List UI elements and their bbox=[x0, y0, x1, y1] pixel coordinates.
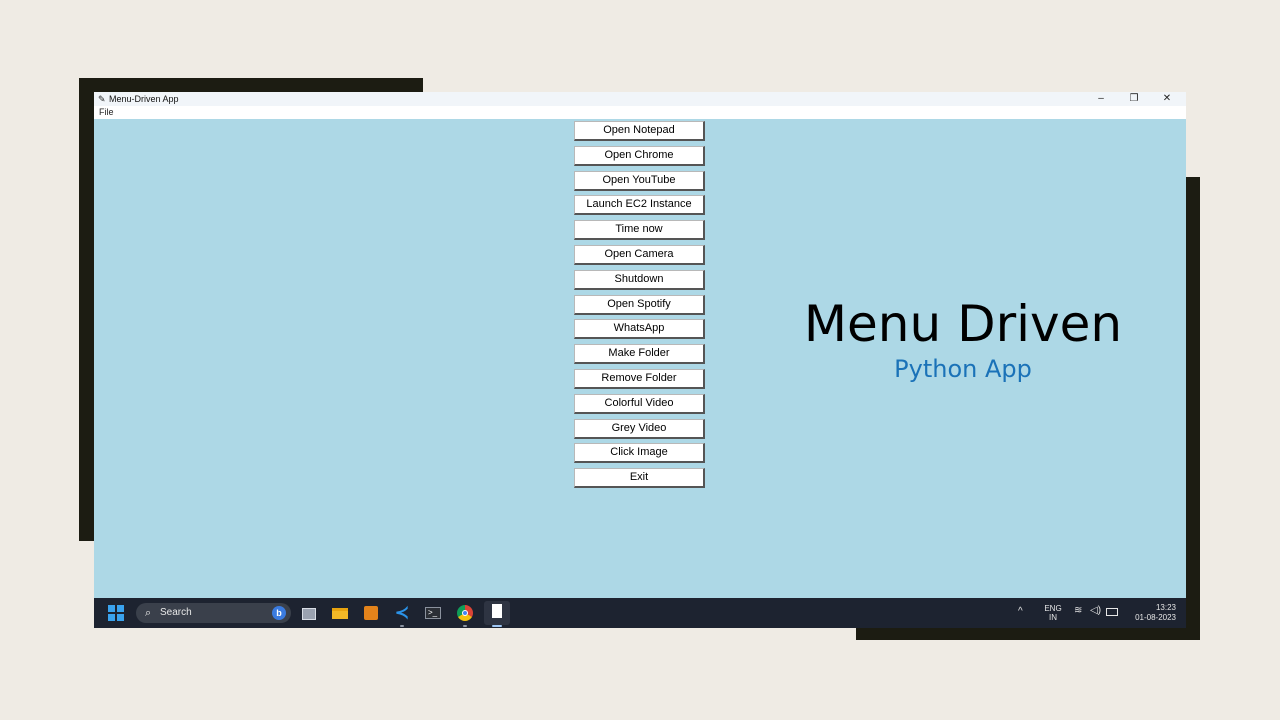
feather-icon: ✎ bbox=[98, 94, 106, 104]
clock-date: 01-08-2023 bbox=[1135, 613, 1176, 622]
chrome-icon[interactable] bbox=[455, 603, 475, 623]
click-image-button[interactable]: Click Image bbox=[574, 443, 705, 464]
make-folder-button[interactable]: Make Folder bbox=[574, 344, 705, 365]
clock[interactable]: 13:23 01-08-2023 bbox=[1124, 603, 1176, 623]
notepad-icon[interactable] bbox=[484, 601, 510, 625]
region-code: IN bbox=[1049, 613, 1057, 622]
shutdown-button[interactable]: Shutdown bbox=[574, 269, 705, 290]
tray-overflow-chevron-icon[interactable]: ^ bbox=[1018, 606, 1023, 618]
colorful-video-button[interactable]: Colorful Video bbox=[574, 393, 705, 414]
open-camera-button[interactable]: Open Camera bbox=[574, 244, 705, 265]
maximize-button[interactable]: ❐ bbox=[1119, 92, 1149, 106]
windows-start-icon[interactable] bbox=[108, 605, 124, 621]
menu-file[interactable]: File bbox=[99, 107, 114, 118]
battery-icon[interactable] bbox=[1106, 608, 1118, 616]
sublime-text-icon[interactable] bbox=[361, 603, 381, 623]
open-youtube-button[interactable]: Open YouTube bbox=[574, 170, 705, 191]
window-title: Menu-Driven App bbox=[109, 94, 179, 104]
close-button[interactable]: ✕ bbox=[1152, 92, 1182, 106]
window-titlebar: ✎ Menu-Driven App – ❐ ✕ bbox=[94, 92, 1186, 106]
search-placeholder: Search bbox=[160, 607, 192, 618]
menubar: File bbox=[94, 106, 1186, 119]
whatsapp-button[interactable]: WhatsApp bbox=[574, 319, 705, 340]
bing-icon[interactable]: b bbox=[272, 606, 286, 620]
volume-icon[interactable]: ◁) bbox=[1090, 605, 1101, 617]
terminal-icon[interactable]: >_ bbox=[423, 603, 443, 623]
task-view-icon[interactable] bbox=[299, 603, 319, 623]
vscode-running-indicator bbox=[400, 625, 404, 627]
open-spotify-button[interactable]: Open Spotify bbox=[574, 294, 705, 315]
launch-ec2-instance-button[interactable]: Launch EC2 Instance bbox=[574, 195, 705, 216]
taskbar-search-input[interactable]: ⌕ Search b bbox=[136, 603, 291, 623]
notepad-active-indicator bbox=[492, 625, 502, 627]
taskbar: ⌕ Search b ≺ >_ ^ ENG IN ≋ ◁) 13:23 01-0… bbox=[94, 598, 1186, 628]
chrome-running-indicator bbox=[463, 625, 467, 627]
hero-title: Menu Driven bbox=[803, 295, 1123, 353]
search-icon: ⌕ bbox=[145, 607, 152, 619]
hero-subtitle: Python App bbox=[894, 355, 1032, 383]
terminal-prompt-glyph: >_ bbox=[428, 608, 438, 617]
open-notepad-button[interactable]: Open Notepad bbox=[574, 121, 705, 141]
grey-video-button[interactable]: Grey Video bbox=[574, 418, 705, 439]
language-code: ENG bbox=[1044, 604, 1062, 613]
open-chrome-button[interactable]: Open Chrome bbox=[574, 145, 705, 166]
time-now-button[interactable]: Time now bbox=[574, 220, 705, 241]
language-indicator[interactable]: ENG IN bbox=[1040, 604, 1066, 622]
file-explorer-icon[interactable] bbox=[330, 603, 350, 623]
wifi-icon[interactable]: ≋ bbox=[1074, 605, 1082, 617]
vscode-icon[interactable]: ≺ bbox=[392, 603, 412, 623]
minimize-button[interactable]: – bbox=[1086, 92, 1116, 106]
button-stack: Open Notepad Open Chrome Open YouTube La… bbox=[574, 121, 705, 493]
clock-time: 13:23 bbox=[1155, 603, 1176, 612]
screenshot-frame: ✎ Menu-Driven App – ❐ ✕ File Open Notepa… bbox=[94, 92, 1186, 628]
exit-button[interactable]: Exit bbox=[574, 468, 705, 489]
remove-folder-button[interactable]: Remove Folder bbox=[574, 368, 705, 389]
